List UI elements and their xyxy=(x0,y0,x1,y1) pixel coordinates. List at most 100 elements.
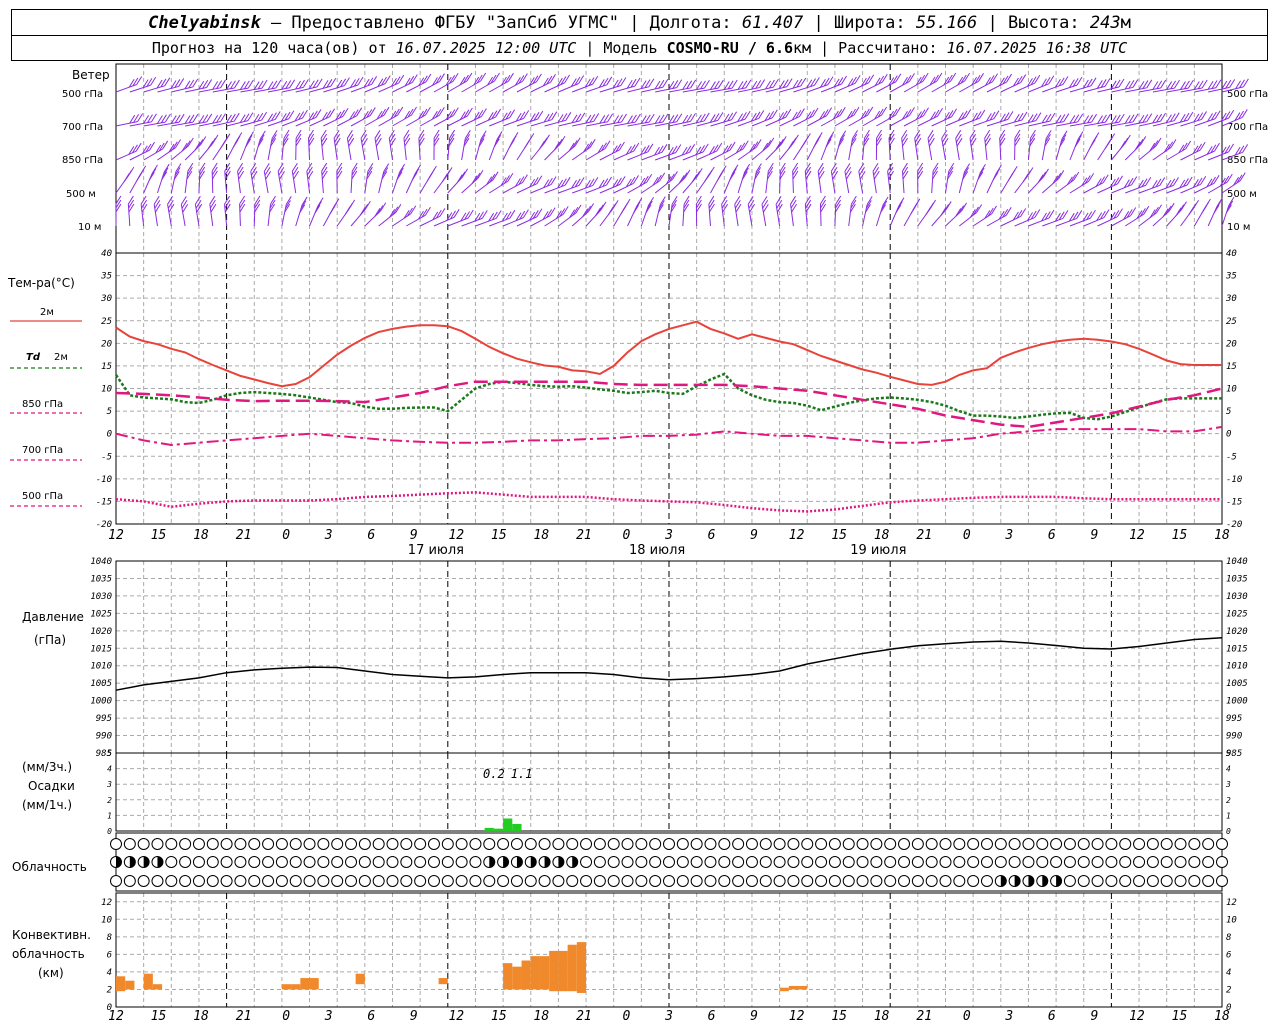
cloud-cover-icon xyxy=(925,875,938,887)
ytick-left-pres: 1030 xyxy=(90,592,112,602)
ytick-right-conv: 10 xyxy=(1226,915,1237,925)
cloud-cover-icon xyxy=(801,875,814,887)
wind-barb-feather xyxy=(524,139,530,149)
wind-barb-feather xyxy=(917,166,924,176)
cloud-cover-icon xyxy=(151,838,164,850)
wind-barb-feather xyxy=(1200,176,1207,185)
cloud-cover-icon xyxy=(358,838,371,850)
wind-barb-feather xyxy=(564,176,571,186)
wind-barb-feather xyxy=(661,144,668,153)
cloud-cover-icon xyxy=(165,875,178,887)
cloud-cover-icon xyxy=(441,856,454,868)
wind-barb-feather xyxy=(592,177,599,186)
ytick-left-pres: 1005 xyxy=(90,679,112,689)
cloud-cover-icon xyxy=(1160,856,1173,868)
wind-barb-feather xyxy=(481,108,487,117)
ytick-left-temp: 35 xyxy=(100,272,112,282)
ytick-right-pres: 1025 xyxy=(1226,609,1248,619)
wind-barb-feather xyxy=(433,137,440,147)
cloud-cover-icon xyxy=(220,875,233,887)
cloud-cover-fill xyxy=(558,856,564,868)
xtick-label-bottom: 21 xyxy=(916,1009,932,1024)
cloud-cover-icon xyxy=(275,875,288,887)
cloud-cover-icon xyxy=(939,838,952,850)
convective-bar xyxy=(549,950,559,992)
cloud-cover-icon xyxy=(414,838,427,850)
wind-barb-feather xyxy=(462,168,469,178)
convective-bar xyxy=(539,956,550,990)
wind-barb-feather xyxy=(1228,196,1235,206)
cloud-cover-icon xyxy=(967,838,980,850)
cloud-cover-icon xyxy=(649,856,662,868)
convective-bar xyxy=(291,984,301,990)
cloud-cover-icon xyxy=(566,838,579,850)
xtick-label-top: 15 xyxy=(151,528,167,543)
ytick-left-conv: 2 xyxy=(107,985,112,995)
cloud-cover-icon xyxy=(1202,875,1215,887)
wind-barb-feather xyxy=(115,195,122,205)
cloud-cover-icon xyxy=(939,856,952,868)
cloud-cover-icon xyxy=(386,838,399,850)
xtick-label-bottom: 6 xyxy=(1048,1009,1056,1024)
xtick-label-bottom: 9 xyxy=(1090,1009,1098,1024)
wind-barb-feather xyxy=(495,134,502,144)
wind-barb-feather xyxy=(985,137,991,147)
cloud-cover-icon xyxy=(773,838,786,850)
wind-barb-feather xyxy=(209,137,216,147)
cloud-cover-icon xyxy=(427,875,440,887)
wind-barb-feather xyxy=(509,209,516,219)
xtick-label-bottom: 6 xyxy=(367,1009,375,1024)
wind-barb-feather xyxy=(689,144,696,153)
cloud-cover-icon xyxy=(483,875,496,887)
cloud-cover-icon xyxy=(1133,875,1146,887)
wind-barb-feather xyxy=(1119,140,1126,150)
convective-bar xyxy=(788,985,799,990)
wind-barb-feather xyxy=(433,133,440,143)
wind-barb-feather xyxy=(211,170,218,180)
cloud-cover-icon xyxy=(980,856,993,868)
ytick-right-pres: 1030 xyxy=(1226,592,1248,602)
cloud-cover-fill xyxy=(1014,875,1021,887)
cloud-cover-fill xyxy=(129,856,136,868)
xtick-label-bottom: 21 xyxy=(576,1009,592,1024)
wind-barb-feather xyxy=(321,166,328,176)
wind-barb-feather xyxy=(1214,142,1220,152)
wind-barb-feather xyxy=(876,129,883,139)
wind-barb-feather xyxy=(398,74,405,84)
wind-barb-feather xyxy=(945,201,952,210)
wind-barb-feather xyxy=(211,162,218,172)
ytick-right-prec: 4 xyxy=(1226,765,1231,774)
cloud-cover-icon xyxy=(1188,838,1201,850)
cloud-cover-icon xyxy=(372,856,385,868)
cloud-cover-icon xyxy=(967,875,980,887)
xtick-label-top: 6 xyxy=(708,528,716,543)
ytick-right-conv: 8 xyxy=(1226,933,1231,943)
cloud-cover-fill xyxy=(516,856,523,868)
wind-barb-feather xyxy=(1117,175,1123,185)
wind-barb-feather xyxy=(536,175,543,184)
xtick-label-bottom: 18 xyxy=(534,1009,550,1024)
wind-barb-feather xyxy=(452,107,459,116)
wind-barb-feather xyxy=(841,75,847,85)
wind-barb-feather xyxy=(239,199,246,209)
wind-barb-feather xyxy=(1020,208,1027,217)
wind-barb-feather xyxy=(411,172,418,181)
cloud-cover-icon xyxy=(856,875,869,887)
cloud-cover-fill xyxy=(1056,875,1062,887)
wind-barb-feather xyxy=(984,129,991,139)
wind-barb-feather xyxy=(881,73,888,83)
wind-barb-feather xyxy=(550,176,557,185)
convective-bar xyxy=(521,960,531,990)
ytick-right-temp: 10 xyxy=(1226,385,1237,395)
xtick-label-bottom: 3 xyxy=(664,1009,673,1024)
wind-barb-feather xyxy=(951,108,958,118)
wind-barb-feather xyxy=(1145,176,1152,186)
cloud-cover-icon xyxy=(151,875,164,887)
wind-barb-feather xyxy=(549,207,556,216)
wind-barb-feather xyxy=(1200,205,1207,215)
wind-barb-feather xyxy=(648,196,654,206)
xtick-label-top: 15 xyxy=(491,528,507,543)
wind-barb-feather xyxy=(898,197,905,207)
wind-barb-feather xyxy=(600,201,607,211)
cloud-cover-icon xyxy=(1202,856,1215,868)
